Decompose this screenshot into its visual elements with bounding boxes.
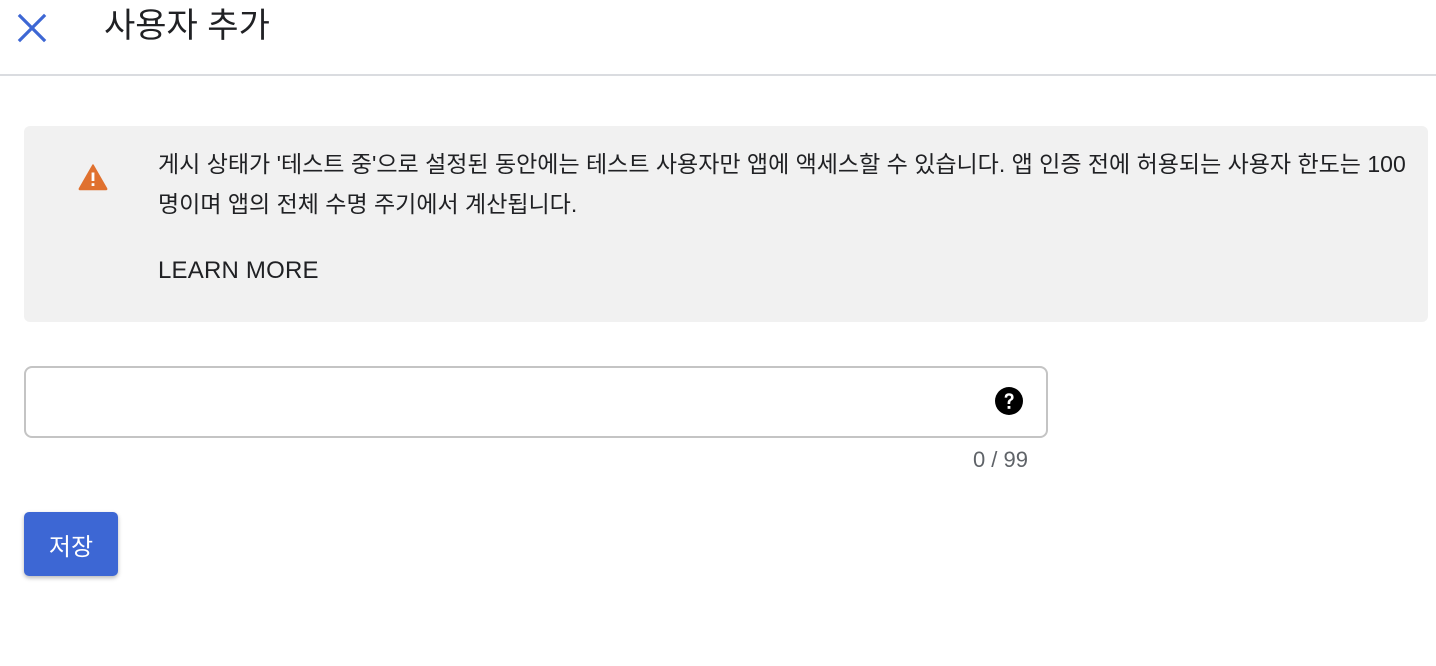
user-email-field[interactable] xyxy=(24,366,1048,438)
help-icon[interactable] xyxy=(994,386,1024,416)
learn-more-link[interactable]: LEARN MORE xyxy=(158,254,319,288)
user-email-input[interactable] xyxy=(42,378,976,428)
save-button[interactable]: 저장 xyxy=(24,512,118,576)
notice-text: 게시 상태가 '테스트 중'으로 설정된 동안에는 테스트 사용자만 앱에 액세… xyxy=(158,151,1406,217)
warning-icon xyxy=(78,164,108,191)
close-button[interactable] xyxy=(14,10,50,46)
notice-banner: 게시 상태가 '테스트 중'으로 설정된 동안에는 테스트 사용자만 앱에 액세… xyxy=(24,126,1428,322)
page-title: 사용자 추가 xyxy=(104,7,270,45)
close-icon xyxy=(17,13,47,43)
character-counter: 0 / 99 xyxy=(972,447,1028,472)
dialog-header: 사용자 추가 xyxy=(0,0,1436,76)
